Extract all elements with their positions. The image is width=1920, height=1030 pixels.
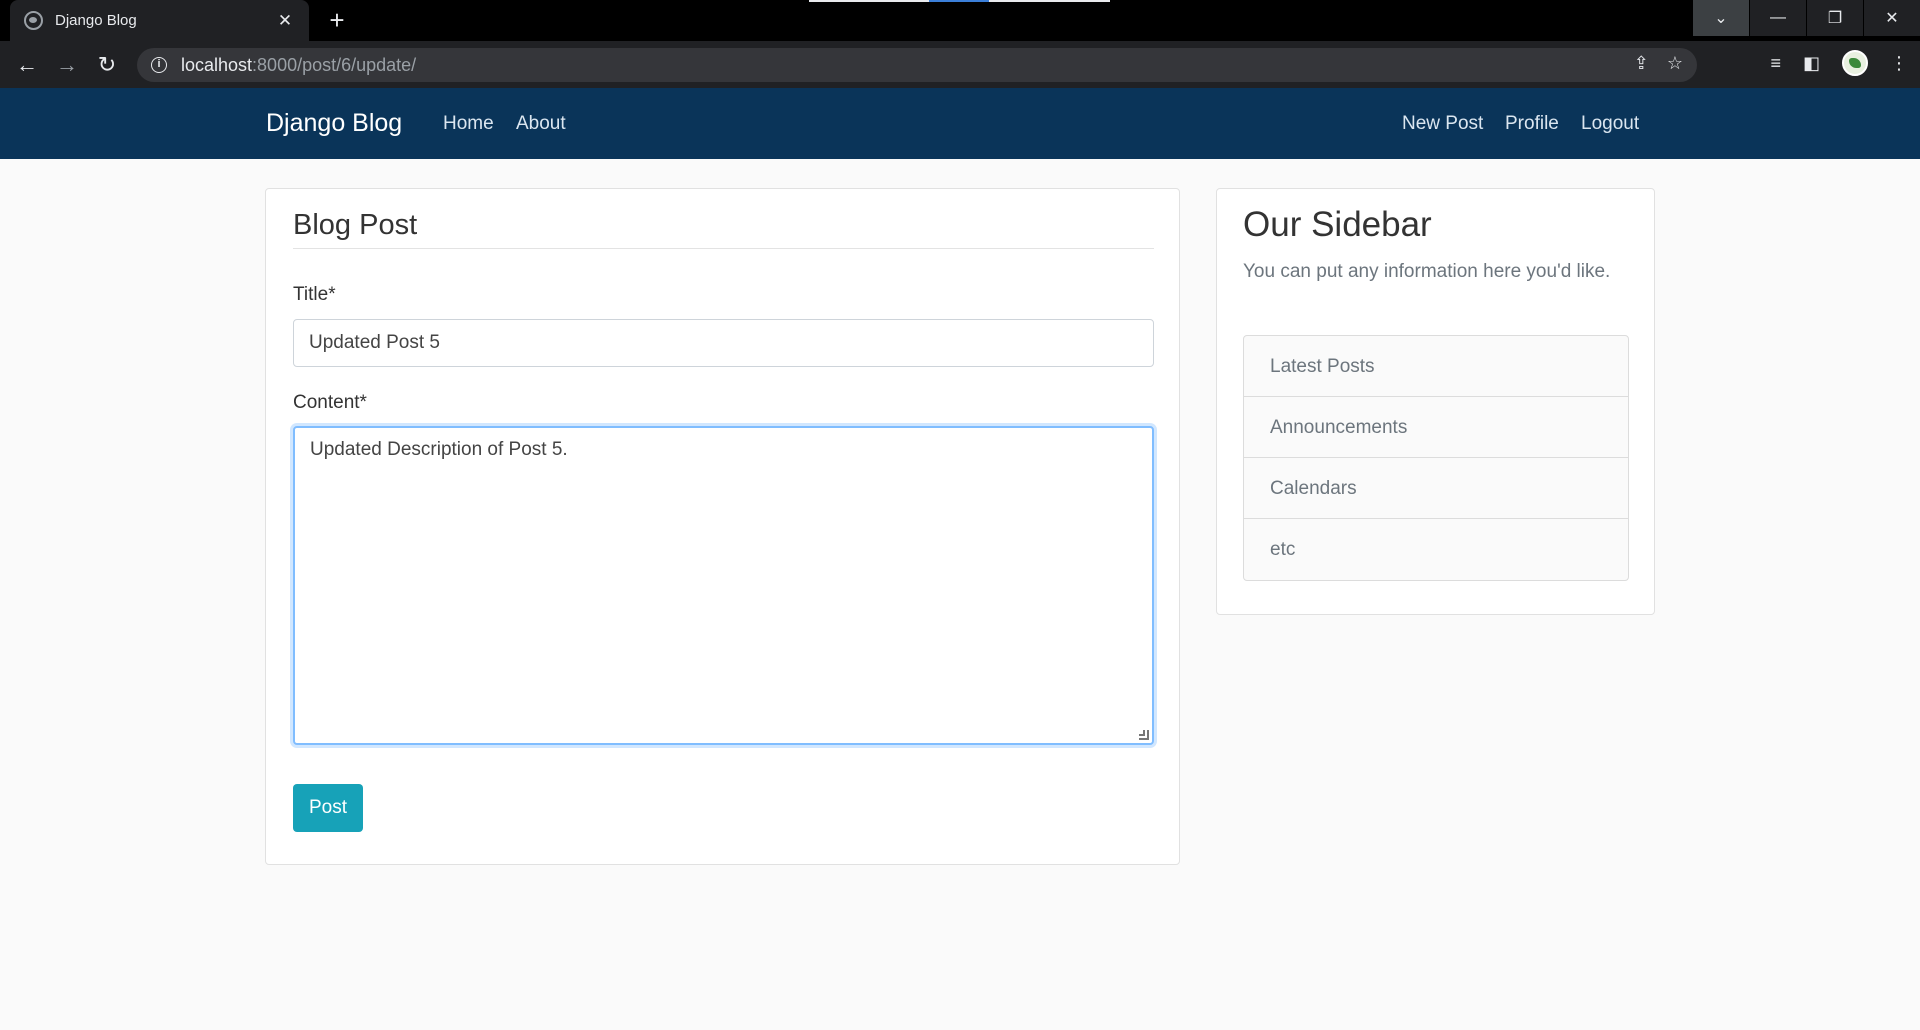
title-label: Title* [293,284,336,305]
menu-dots-icon[interactable]: ⋮ [1890,53,1908,74]
sidebar-item-etc[interactable]: etc [1244,519,1628,580]
close-icon[interactable]: ✕ [275,11,295,31]
address-bar[interactable]: i localhost:8000/post/6/update/ ⇪ ☆ [137,48,1697,82]
site-navbar: Django Blog Home About New Post Profile … [0,88,1920,159]
content-textarea[interactable]: Updated Description of Post 5. [293,426,1154,745]
nav-home-link[interactable]: Home [443,113,494,135]
nav-new-post-link[interactable]: New Post [1402,113,1483,135]
browser-toolbar: ← → ↻ i localhost:8000/post/6/update/ ⇪ … [0,41,1920,88]
sidebar-item-announcements[interactable]: Announcements [1244,397,1628,458]
tab-indicator [809,0,1110,2]
sidebar-item-latest-posts[interactable]: Latest Posts [1244,336,1628,397]
window-close-icon[interactable]: ✕ [1863,0,1920,36]
back-arrow-icon[interactable]: ← [7,45,47,85]
media-queue-icon[interactable]: ≡ [1770,53,1781,74]
reload-icon[interactable]: ↻ [87,45,127,85]
legend-divider [293,248,1154,249]
nav-about-link[interactable]: About [516,113,566,135]
info-icon[interactable]: i [151,57,167,73]
bookmark-star-icon[interactable]: ☆ [1667,53,1683,74]
resize-handle-icon[interactable] [1139,730,1149,740]
content-text: Updated Description of Post 5. [310,439,568,460]
brand-link[interactable]: Django Blog [266,109,402,138]
form-legend: Blog Post [293,209,418,241]
forward-arrow-icon[interactable]: → [47,45,87,85]
post-form-card: Blog Post Title* Updated Post 5 Content*… [265,188,1180,865]
nav-profile-link[interactable]: Profile [1505,113,1559,135]
sidebar-item-calendars[interactable]: Calendars [1244,458,1628,519]
url-host: localhost [181,54,253,75]
title-input[interactable]: Updated Post 5 [293,319,1154,367]
profile-avatar[interactable] [1842,50,1868,76]
nav-logout-link[interactable]: Logout [1581,113,1639,135]
browser-tabstrip: Django Blog ✕ + ⌄ — ❐ ✕ [0,0,1920,41]
url-path: :8000/post/6/update/ [252,54,417,75]
sidebar-title: Our Sidebar [1243,205,1432,244]
new-tab-button[interactable]: + [322,6,352,36]
content-label: Content* [293,392,367,413]
side-panel-icon[interactable]: ◧ [1803,53,1820,74]
tab-title: Django Blog [55,12,137,29]
tab-search-icon[interactable]: ⌄ [1692,0,1749,36]
sidebar-text: You can put any information here you'd l… [1243,261,1611,282]
share-icon[interactable]: ⇪ [1634,53,1649,74]
window-controls: ⌄ — ❐ ✕ [1692,0,1920,36]
globe-icon [24,11,43,30]
sidebar-list: Latest Posts Announcements Calendars etc [1243,335,1629,581]
restore-icon[interactable]: ❐ [1806,0,1863,36]
minimize-icon[interactable]: — [1749,0,1806,36]
post-submit-button[interactable]: Post [293,784,363,832]
browser-tab[interactable]: Django Blog ✕ [10,0,309,41]
sidebar-card: Our Sidebar You can put any information … [1216,188,1655,615]
